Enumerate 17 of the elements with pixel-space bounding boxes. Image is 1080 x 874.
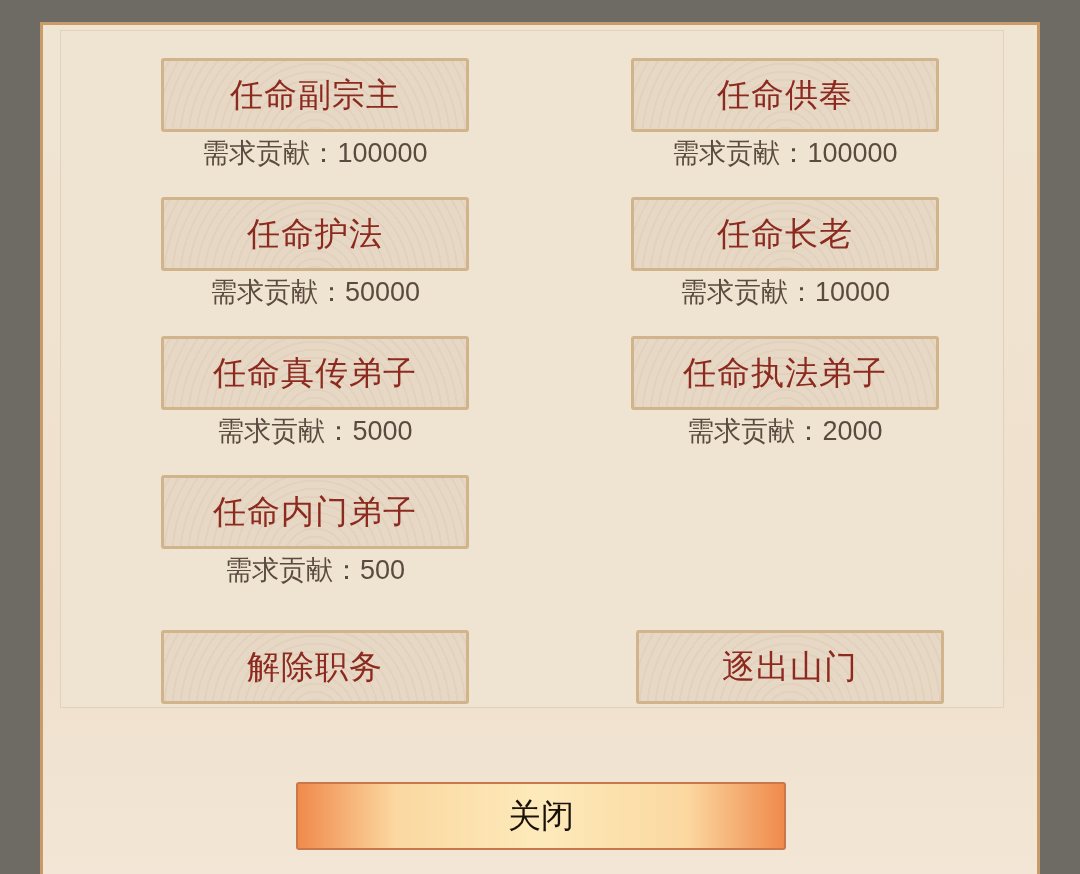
requirement-text: 需求贡献：100000	[202, 137, 428, 170]
close-button[interactable]: 关闭	[296, 782, 786, 850]
requirement-text: 需求贡献：2000	[687, 415, 883, 448]
appoint-button[interactable]: 任命内门弟子	[161, 475, 469, 549]
requirement-text: 需求贡献：500	[224, 554, 406, 587]
action-button[interactable]: 解除职务	[161, 630, 469, 704]
requirement-text: 需求贡献：100000	[672, 137, 898, 170]
requirement-text: 需求贡献：50000	[209, 276, 421, 309]
requirement-text: 需求贡献：5000	[217, 415, 413, 448]
appoint-button[interactable]: 任命副宗主	[161, 58, 469, 132]
requirement-text: 需求贡献：10000	[679, 276, 891, 309]
appoint-button[interactable]: 任命真传弟子	[161, 336, 469, 410]
appoint-button[interactable]: 任命供奉	[631, 58, 939, 132]
appoint-button[interactable]: 任命护法	[161, 197, 469, 271]
appoint-button[interactable]: 任命长老	[631, 197, 939, 271]
appoint-button[interactable]: 任命执法弟子	[631, 336, 939, 410]
action-button[interactable]: 逐出山门	[636, 630, 944, 704]
